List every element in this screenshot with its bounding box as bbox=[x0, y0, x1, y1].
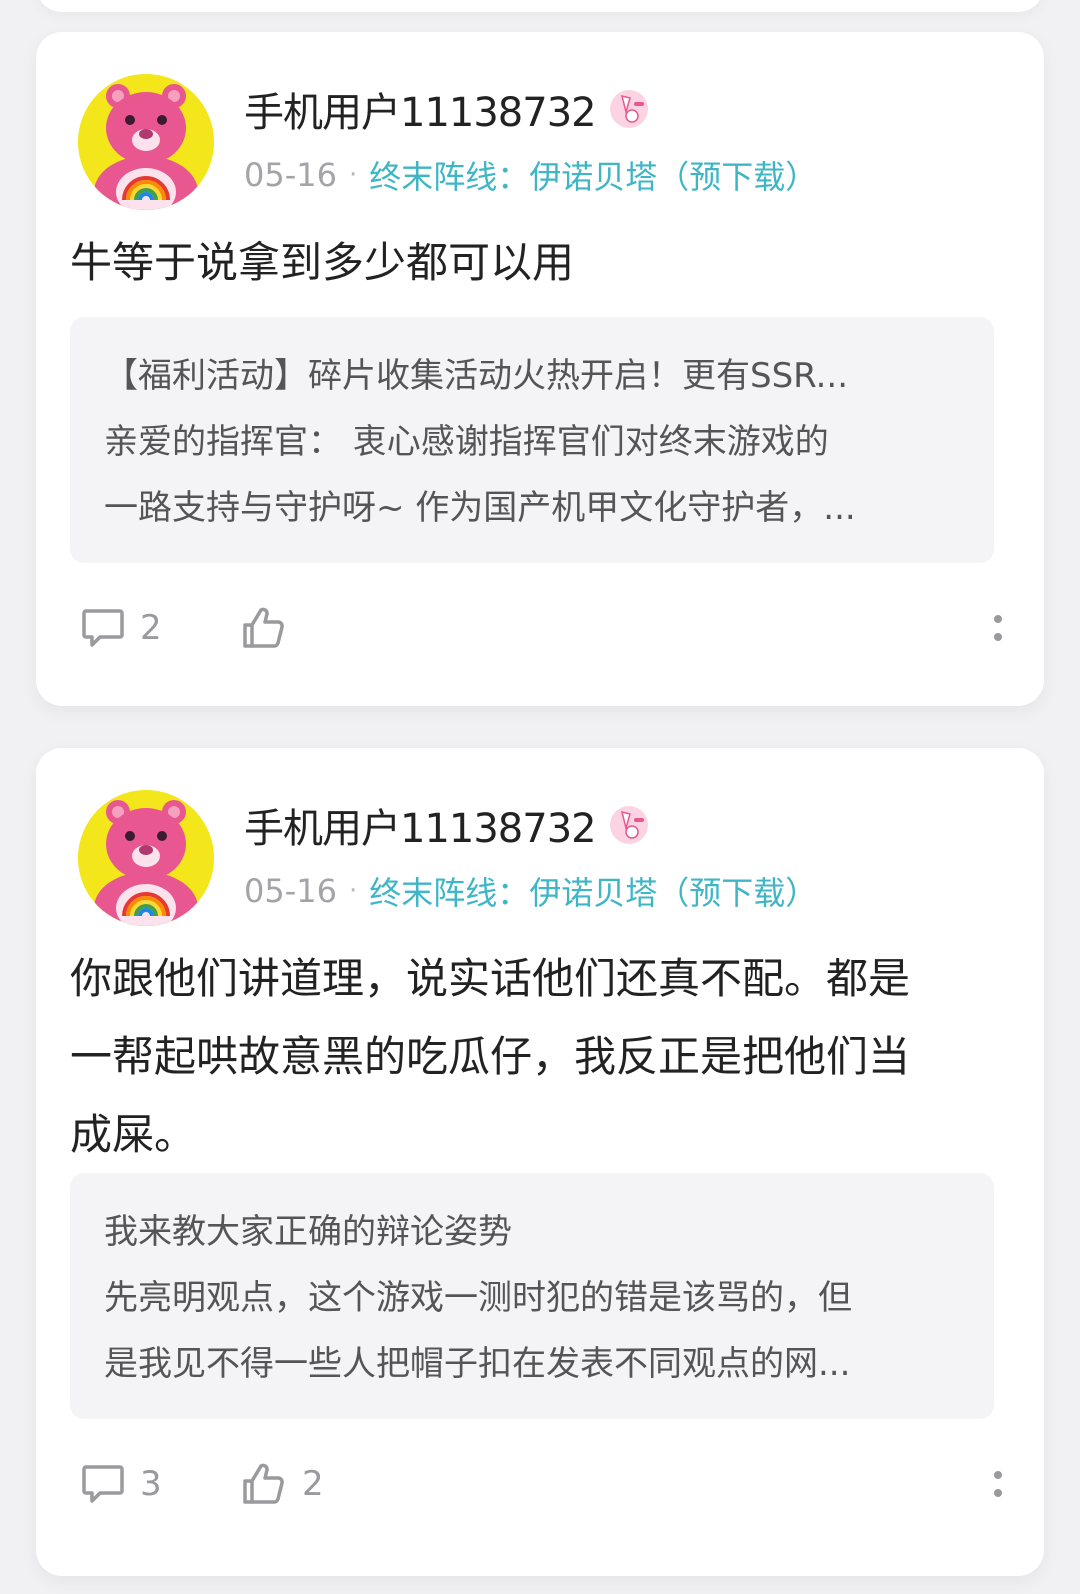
post-meta: 05-16 · 终末阵线：伊诺贝塔（预下载） bbox=[244, 152, 817, 198]
game-link[interactable]: 终末阵线：伊诺贝塔（预下载） bbox=[369, 868, 817, 914]
game-link[interactable]: 终末阵线：伊诺贝塔（预下载） bbox=[369, 152, 817, 198]
more-dot-icon bbox=[994, 615, 1002, 623]
more-dot-icon bbox=[994, 1489, 1002, 1497]
more-dot-icon bbox=[994, 633, 1002, 641]
post-content[interactable]: 牛等于说拿到多少都可以用 bbox=[70, 224, 1000, 302]
meta-separator: · bbox=[348, 876, 358, 906]
comment-count: 3 bbox=[140, 1464, 162, 1504]
like-button[interactable]: 2 bbox=[240, 1461, 324, 1507]
quote-line: 一路支持与守护呀~ 作为国产机甲文化守护者，... bbox=[104, 488, 856, 528]
action-bar: 3 2 bbox=[80, 1454, 1008, 1514]
comment-button[interactable]: 2 bbox=[80, 605, 240, 651]
quote-line: 是我见不得一些人把帽子扣在发表不同观点的网... bbox=[104, 1344, 851, 1384]
comment-icon bbox=[82, 609, 124, 647]
quoted-post[interactable]: 【福利活动】碎片收集活动火热开启！更有SSR... 亲爱的指挥官： 衷心感谢指挥… bbox=[70, 317, 994, 563]
bunny-badge-icon bbox=[609, 806, 648, 844]
post-content-line: 成屎。 bbox=[70, 1110, 197, 1159]
quote-line: 先亮明观点，这个游戏一测时犯的错是该骂的，但 bbox=[104, 1278, 852, 1318]
author-row: 手机用户11138732 bbox=[244, 796, 650, 854]
quote-title: 我来教大家正确的辩论姿势 bbox=[104, 1212, 512, 1252]
post-meta: 05-16 · 终末阵线：伊诺贝塔（预下载） bbox=[244, 868, 817, 914]
feed-page: 手机用户11138732 05-16 · 终末阵线：伊诺贝塔（预下载） 牛等于说… bbox=[0, 0, 1080, 1594]
more-options-button[interactable] bbox=[988, 1471, 1008, 1497]
thumbs-up-icon bbox=[243, 1463, 284, 1504]
previous-card-edge bbox=[36, 0, 1044, 12]
bear-avatar-icon bbox=[78, 790, 214, 926]
quote-title: 【福利活动】碎片收集活动火热开启！更有SSR... bbox=[104, 356, 848, 396]
post-content-line: 牛等于说拿到多少都可以用 bbox=[70, 238, 575, 287]
action-bar: 2 bbox=[80, 598, 1008, 658]
meta-separator: · bbox=[348, 160, 358, 190]
like-count: 2 bbox=[302, 1464, 324, 1504]
username[interactable]: 手机用户11138732 bbox=[244, 796, 597, 854]
bear-avatar-icon bbox=[78, 74, 214, 210]
comment-count: 2 bbox=[140, 608, 162, 648]
like-button[interactable] bbox=[240, 605, 302, 651]
post-content-line: 你跟他们讲道理，说实话他们还真不配。都是 bbox=[70, 954, 911, 1003]
avatar[interactable] bbox=[78, 74, 214, 210]
post-card[interactable]: 手机用户11138732 05-16 · 终末阵线：伊诺贝塔（预下载） 你跟他们… bbox=[36, 748, 1044, 1576]
more-options-button[interactable] bbox=[988, 615, 1008, 641]
more-dot-icon bbox=[994, 1471, 1002, 1479]
post-content-line: 一帮起哄故意黑的吃瓜仔，我反正是把他们当 bbox=[70, 1032, 911, 1081]
post-date: 05-16 bbox=[244, 872, 337, 910]
quoted-post[interactable]: 我来教大家正确的辩论姿势 先亮明观点，这个游戏一测时犯的错是该骂的，但 是我见不… bbox=[70, 1173, 994, 1419]
comment-icon bbox=[82, 1465, 124, 1503]
comment-button[interactable]: 3 bbox=[80, 1461, 240, 1507]
quote-line: 亲爱的指挥官： 衷心感谢指挥官们对终末游戏的 bbox=[104, 422, 829, 462]
post-card[interactable]: 手机用户11138732 05-16 · 终末阵线：伊诺贝塔（预下载） 牛等于说… bbox=[36, 32, 1044, 706]
thumbs-up-icon bbox=[243, 607, 284, 648]
username[interactable]: 手机用户11138732 bbox=[244, 80, 597, 138]
post-content[interactable]: 你跟他们讲道理，说实话他们还真不配。都是 一帮起哄故意黑的吃瓜仔，我反正是把他们… bbox=[70, 940, 1000, 1174]
avatar[interactable] bbox=[78, 790, 214, 926]
bunny-badge-icon bbox=[609, 90, 648, 128]
post-date: 05-16 bbox=[244, 156, 337, 194]
author-row: 手机用户11138732 bbox=[244, 80, 650, 138]
